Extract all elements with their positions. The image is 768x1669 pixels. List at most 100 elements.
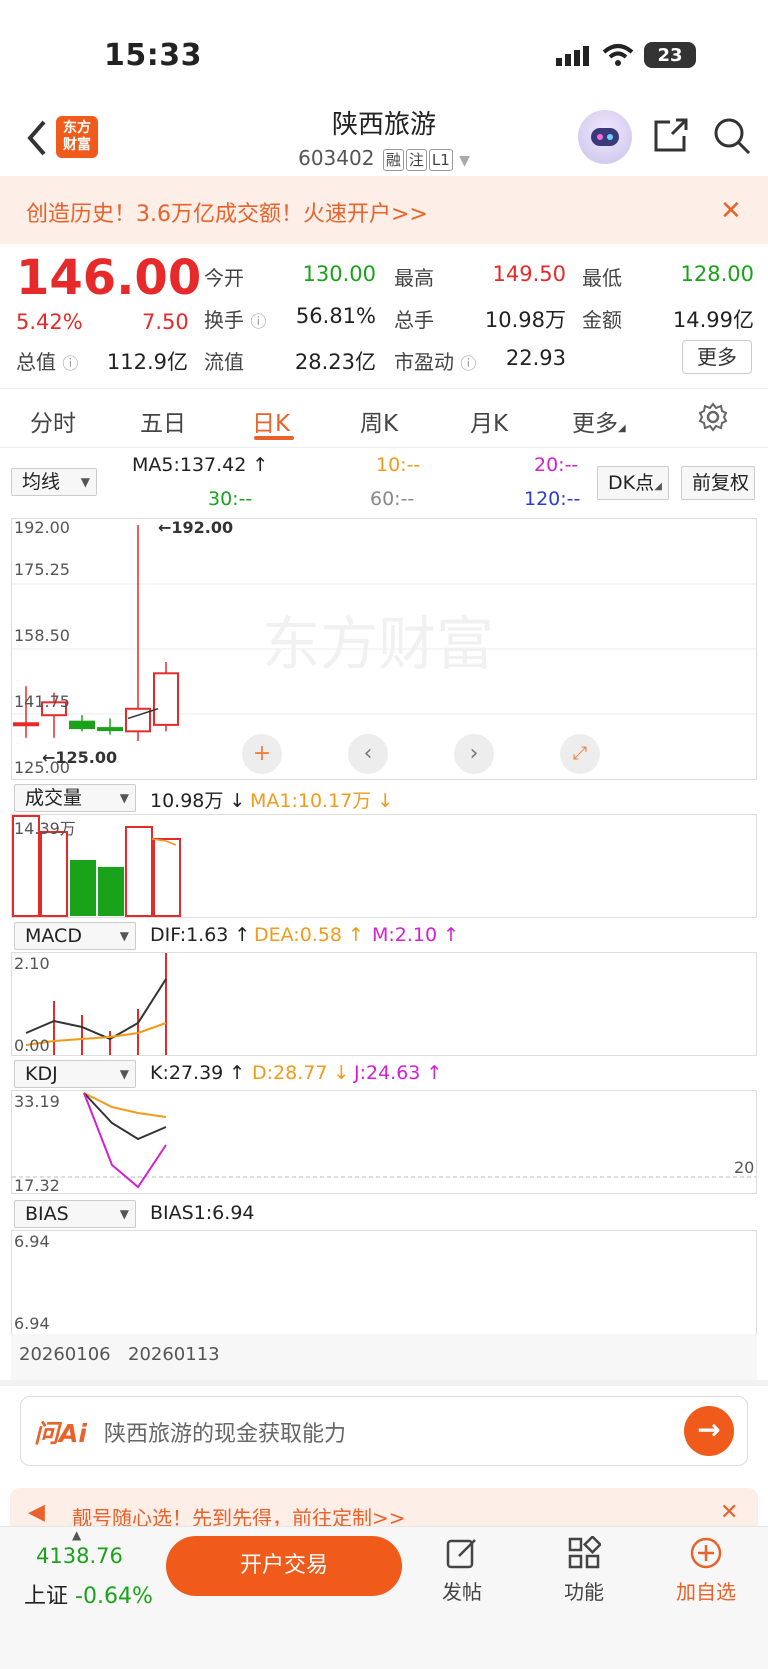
kdj-svg [12, 1092, 756, 1189]
candle-body [69, 720, 95, 730]
tag-registered: 注 [405, 149, 427, 171]
ma-selector[interactable]: 均线 ▼ [11, 468, 97, 496]
ma20-value: 20:-- [534, 454, 579, 476]
info-icon[interactable]: ⓘ [250, 312, 266, 331]
macd-selector[interactable]: MACD ▼ [14, 922, 136, 950]
dk-point-selector[interactable]: DK点 ◢ [597, 466, 669, 500]
volume-svg [12, 815, 181, 917]
wifi-icon [602, 44, 634, 66]
market-cap-value: 112.9亿 [106, 350, 188, 374]
index-pct: -0.64% [75, 1584, 153, 1609]
close-icon[interactable]: ✕ [720, 1500, 738, 1525]
index-name: 上证 [24, 1584, 69, 1609]
chevron-right-icon[interactable]: › [454, 734, 494, 774]
low-label: 最低 [582, 266, 622, 290]
bias-chart[interactable] [11, 1230, 757, 1334]
status-time: 15:33 [104, 38, 202, 73]
kdj-selector[interactable]: KDJ ▼ [14, 1060, 136, 1088]
tab-five-day[interactable]: 五日 [140, 404, 186, 438]
functions-button[interactable]: 功能 [544, 1534, 624, 1605]
ai-question[interactable]: 陕西旅游的现金获取能力 [104, 1416, 346, 1448]
expand-icon[interactable]: ⤢ [560, 734, 600, 774]
caret-icon: ▼ [119, 1067, 129, 1081]
info-icon[interactable]: ⓘ [62, 354, 78, 373]
adjust-selector[interactable]: 前复权 [681, 466, 755, 500]
chevron-left-icon[interactable]: ‹ [348, 734, 388, 774]
float-cap-value: 28.23亿 [294, 350, 376, 374]
amount-value: 14.99亿 [672, 308, 754, 332]
volume-selector-label: 成交量 [25, 787, 83, 809]
ai-logo: 问Ai [34, 1419, 87, 1448]
chevron-down-icon[interactable]: ▼ [459, 153, 470, 169]
search-icon[interactable] [712, 116, 752, 156]
change-percent: 5.42% [16, 310, 83, 334]
dk-label: DK点 [608, 472, 655, 494]
add-watchlist-label: 加自选 [676, 1580, 736, 1604]
candle-body [153, 672, 179, 726]
macd-svg [25, 953, 167, 1055]
tab-more[interactable]: 更多◢ [572, 404, 626, 438]
volume-ma1: MA1:10.17万 ↓ [250, 790, 394, 812]
kdj-d: D:28.77 ↓ [252, 1062, 350, 1084]
volume-chart[interactable] [11, 814, 757, 918]
min-price-marker: ←125.00 [42, 748, 118, 767]
edit-icon [446, 1539, 476, 1569]
tab-monthly-k[interactable]: 月K [470, 404, 508, 438]
promo-text[interactable]: 创造历史！3.6万亿成交额！火速开户>> [26, 196, 428, 228]
change-amount: 7.50 [142, 310, 189, 334]
macd-selector-label: MACD [25, 925, 82, 947]
tab-weekly-k[interactable]: 周K [360, 404, 398, 438]
turnover-value: 56.81% [295, 304, 376, 328]
bias1-value: BIAS1:6.94 [150, 1202, 255, 1224]
macd-bottom-label: 0.00 [14, 1036, 50, 1055]
high-value: 149.50 [492, 262, 566, 286]
float-cap-label: 流值 [204, 350, 244, 374]
kdj-selector-label: KDJ [25, 1063, 58, 1085]
candle-body [97, 727, 123, 732]
bias-selector[interactable]: BIAS ▼ [14, 1200, 136, 1228]
macd-chart[interactable] [11, 952, 757, 1056]
kdj-top-label: 33.19 [14, 1092, 60, 1111]
ma60-value: 60:-- [370, 488, 415, 510]
plus-circle-icon [690, 1537, 722, 1569]
current-price: 146.00 [16, 250, 202, 306]
functions-label: 功能 [564, 1580, 604, 1604]
market-cap-label-text: 总值 [16, 350, 56, 374]
share-icon[interactable] [652, 116, 690, 154]
arrow-right-icon[interactable]: → [684, 1406, 734, 1456]
megaphone-icon: ◀ [28, 1500, 45, 1525]
add-watchlist-button[interactable]: 加自选 [666, 1536, 746, 1605]
tab-intraday[interactable]: 分时 [30, 404, 76, 438]
caret-icon: ▼ [119, 791, 129, 805]
index-value[interactable]: 4138.76 [36, 1544, 123, 1568]
turnover-label[interactable]: 换手 ⓘ [204, 304, 266, 333]
kline-y-label: 158.50 [14, 626, 70, 645]
ma5-value: MA5:137.42 ↑ [132, 454, 269, 476]
volume-selector[interactable]: 成交量 ▼ [14, 784, 136, 812]
close-icon[interactable]: ✕ [720, 196, 742, 226]
post-button[interactable]: 发帖 [422, 1536, 502, 1605]
open-account-button[interactable]: 开户交易 [166, 1536, 402, 1596]
caret-icon: ▼ [119, 929, 129, 943]
ma10-value: 10:-- [376, 454, 421, 476]
zoom-in-button[interactable]: + [242, 734, 282, 774]
macd-dea: DEA:0.58 ↑ [254, 924, 364, 946]
caret-up-icon[interactable]: ▲ [72, 1528, 81, 1542]
candle-body [13, 722, 39, 727]
post-label: 发帖 [442, 1580, 482, 1604]
caret-icon: ◢ [654, 481, 662, 492]
low-value: 128.00 [680, 262, 754, 286]
tab-daily-k[interactable]: 日K [252, 404, 290, 438]
gear-icon[interactable] [698, 402, 728, 432]
index-line[interactable]: 上证 -0.64% [24, 1578, 153, 1610]
kline-y-label: 192.00 [14, 518, 70, 537]
open-value: 130.00 [302, 262, 376, 286]
kdj-chart[interactable] [11, 1090, 757, 1194]
more-button[interactable]: 更多 [682, 340, 752, 374]
market-cap-label[interactable]: 总值 ⓘ [16, 346, 78, 375]
tag-margin: 融 [382, 149, 404, 171]
date-label: 20260106 [19, 1344, 111, 1365]
amount-label: 金额 [582, 308, 622, 332]
robot-assistant-icon[interactable] [578, 110, 632, 164]
kline-chart[interactable]: 东方财富 [11, 518, 757, 780]
